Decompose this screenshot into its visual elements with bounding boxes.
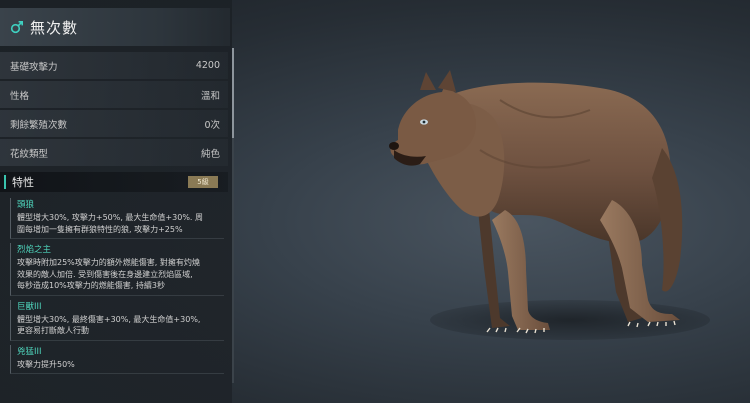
accent-bar	[4, 175, 6, 189]
trait-item: 兇猛III 攻擊力提升50%	[10, 344, 224, 374]
stat-label: 基礎攻擊力	[10, 61, 58, 73]
stat-row-breeding: 剩餘繁殖次數 0次	[0, 110, 228, 137]
trait-name: 頭狼	[17, 200, 35, 210]
male-gender-icon	[10, 20, 23, 34]
trait-item: 巨獸III 體型增大30%, 最終傷害+30%, 最大生命值+30%, 更容易打…	[10, 299, 224, 341]
stat-label: 性格	[10, 90, 30, 102]
traits-header: 特性 5級	[0, 172, 228, 192]
traits-count-badge: 5級	[188, 176, 218, 188]
stat-value: 溫和	[200, 90, 220, 102]
stat-row-pattern: 花紋類型 純色	[0, 139, 228, 166]
stat-value: 純色	[200, 148, 220, 160]
trait-description: 體型增大30%, 最終傷害+30%, 最大生命值+30%, 更容易打斷敵人行動	[17, 314, 201, 336]
trait-name: 巨獸III	[17, 301, 42, 312]
trait-name: 兇猛III	[17, 346, 42, 357]
title-bar: 無次數	[0, 8, 230, 46]
trait-description: 攻擊時附加25%攻擊力的額外燃能傷害, 對擁有灼燒 效果的敵人加倍. 受到傷害後…	[17, 258, 200, 290]
traits-label: 特性	[12, 176, 34, 189]
trait-name: 烈焰之主	[17, 245, 52, 255]
stat-value: 4200	[195, 60, 220, 71]
wolf-model	[389, 70, 683, 334]
scroll-thumb[interactable]	[232, 48, 234, 138]
trait-scrollbar[interactable]	[232, 48, 234, 383]
stat-row-attack: 基礎攻擊力 4200	[0, 52, 228, 79]
trait-description: 體型增大30%, 攻擊力+50%, 最大生命值+30%. 周 圍每增加一隻擁有群…	[17, 213, 204, 234]
pet-info-panel: 無次數 基礎攻擊力 4200 性格 溫和 剩餘繁殖次數 0次 花紋類型 純色 特…	[0, 0, 232, 403]
trait-description: 攻擊力提升50%	[17, 359, 75, 369]
stat-label: 花紋類型	[10, 148, 49, 160]
stat-value: 0次	[204, 119, 220, 131]
stats-list: 基礎攻擊力 4200 性格 溫和 剩餘繁殖次數 0次 花紋類型 純色	[0, 52, 228, 168]
trait-item: 烈焰之主 攻擊時附加25%攻擊力的額外燃能傷害, 對擁有灼燒 效果的敵人加倍. …	[10, 243, 224, 296]
stat-label: 剩餘繁殖次數	[10, 119, 68, 131]
trait-list: 頭狼 體型增大30%, 攻擊力+50%, 最大生命值+30%. 周 圍每增加一隻…	[10, 198, 224, 378]
trait-item: 頭狼 體型增大30%, 攻擊力+50%, 最大生命值+30%. 周 圍每增加一隻…	[10, 198, 224, 239]
pet-name: 無次數	[30, 18, 79, 37]
stat-row-personality: 性格 溫和	[0, 81, 228, 108]
